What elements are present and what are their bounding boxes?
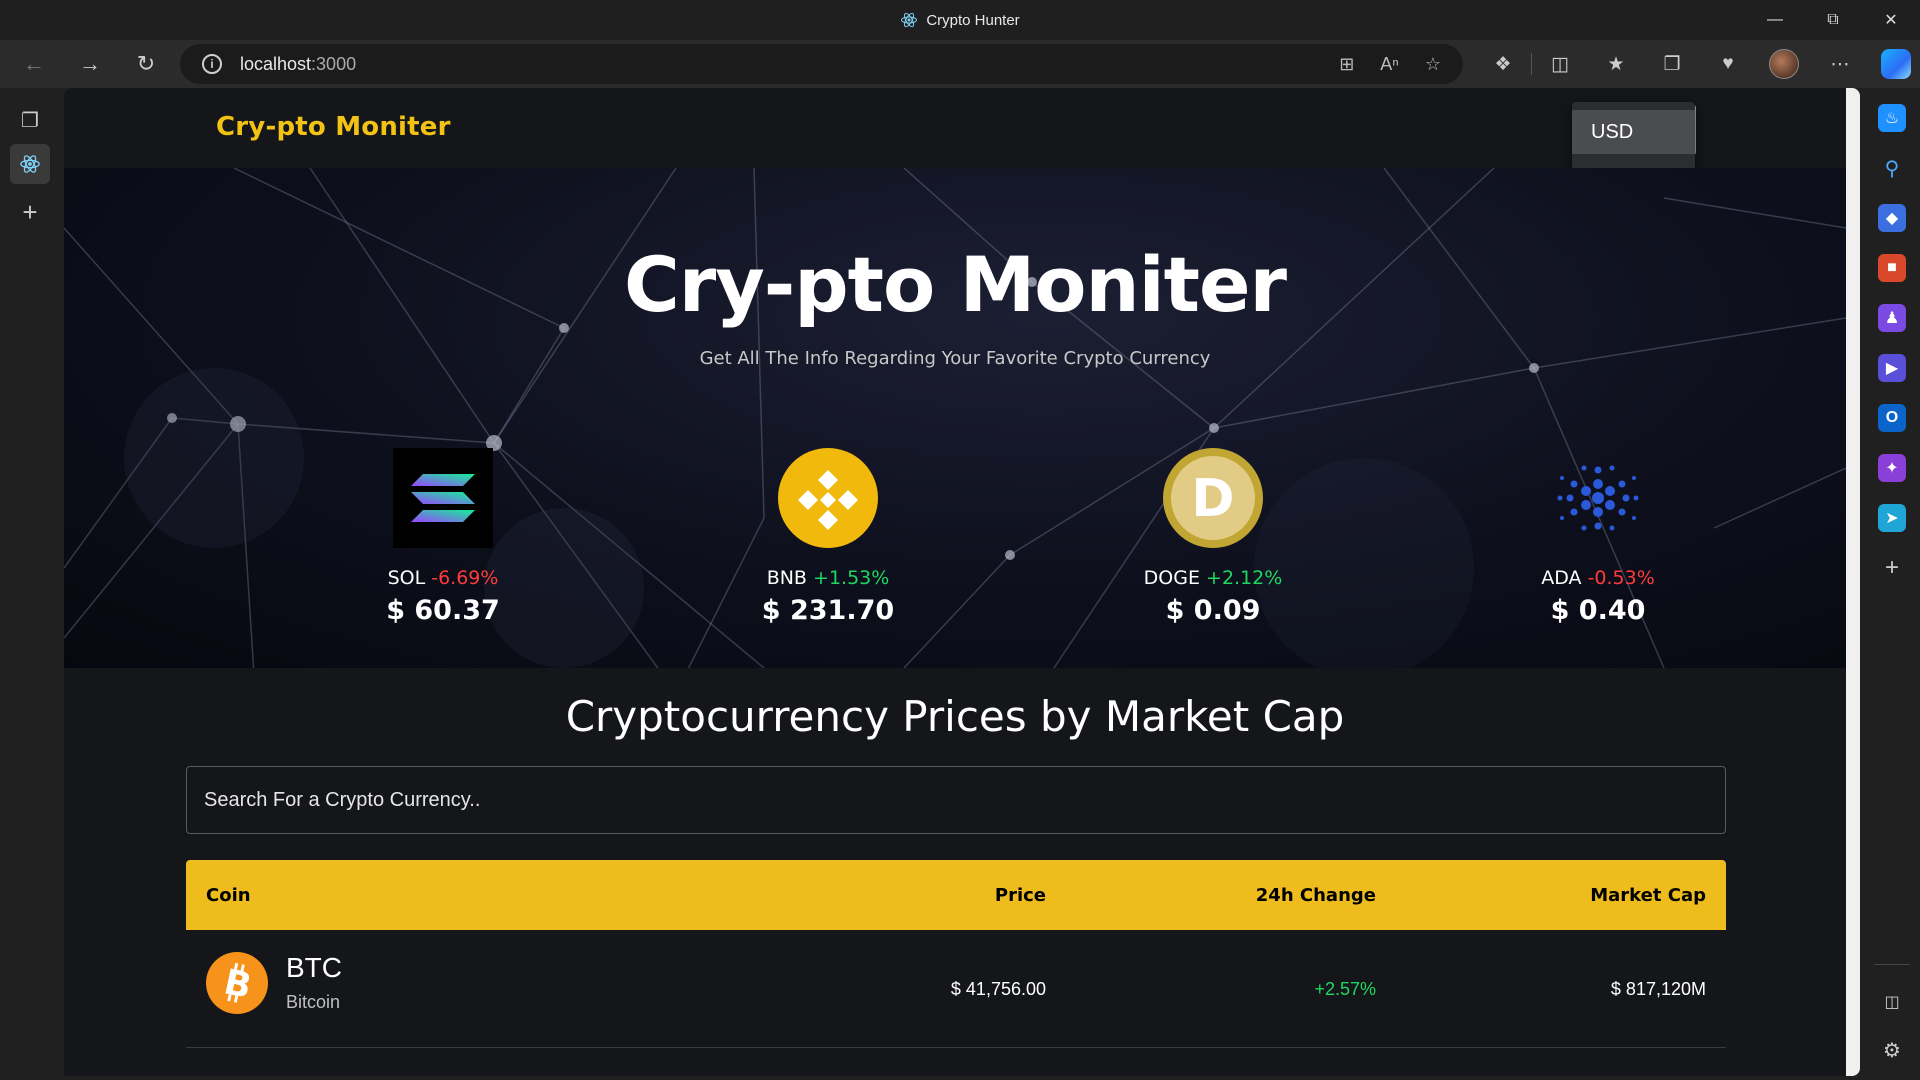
tab-crypto-hunter[interactable]: [10, 144, 50, 184]
designer-icon[interactable]: ✦: [1878, 454, 1906, 482]
address-bar-icons: ⊞ Aⁿ ☆: [1339, 44, 1441, 84]
bnb-icon: [778, 448, 878, 548]
brand-logo[interactable]: Cry-pto Moniter: [216, 112, 451, 142]
react-icon: [20, 155, 40, 173]
solana-icon: [393, 448, 493, 548]
app-header: Cry-pto Moniter USD INR: [64, 88, 1846, 206]
column-header-24h-change: 24h Change: [1255, 884, 1376, 906]
coin-symbol: ADA: [1541, 567, 1582, 589]
coin-symbol: BTC: [286, 952, 342, 983]
toolbar-buttons: ❖ ◫ ★ ❐ ♥ ⋯: [1475, 44, 1920, 84]
extensions-icon[interactable]: ❖: [1475, 44, 1531, 84]
bell-icon[interactable]: ♨: [1878, 104, 1906, 132]
outlook-icon[interactable]: O: [1878, 404, 1906, 432]
forward-icon[interactable]: →: [68, 44, 112, 84]
url-text[interactable]: localhost:3000: [240, 54, 356, 75]
games-icon[interactable]: ♟: [1878, 304, 1906, 332]
market-section-title: Cryptocurrency Prices by Market Cap: [565, 692, 1345, 741]
add-sidebar-app-icon[interactable]: +: [1878, 554, 1906, 582]
coin-price: $ 41,756.00: [950, 978, 1046, 999]
coin-market-cap: $ 817,120M: [1610, 978, 1706, 999]
currency-option-usd[interactable]: USD: [1572, 110, 1695, 154]
minimize-icon[interactable]: —: [1746, 0, 1804, 40]
coin-change: -6.69%: [431, 567, 499, 589]
column-header-coin: Coin: [206, 884, 251, 906]
back-icon[interactable]: ←: [12, 44, 56, 84]
settings-gear-icon[interactable]: ⚙: [1878, 1036, 1906, 1064]
carousel-coin-ada[interactable]: ADA -0.53% $ 0.40: [1468, 448, 1728, 626]
refresh-icon[interactable]: ↻: [124, 44, 168, 84]
browser-toolbar: ← → ↻ i localhost:3000 ⊞ Aⁿ ☆ ❖ ◫ ★ ❐ ♥ …: [0, 40, 1920, 88]
profile-button[interactable]: [1756, 44, 1812, 84]
page-scrollbar[interactable]: [1846, 88, 1860, 1076]
coin-change: -0.53%: [1587, 567, 1655, 589]
tab-title: Crypto Hunter: [926, 11, 1020, 29]
carousel-coin-doge[interactable]: D DOGE +2.12% $ 0.09: [1083, 448, 1343, 626]
cardano-icon: [1557, 465, 1639, 531]
coin-symbol: DOGE: [1143, 567, 1200, 589]
coin-symbol: SOL: [387, 567, 426, 589]
send-icon[interactable]: ➤: [1878, 504, 1906, 532]
banner-title: Cry-pto Moniter: [623, 240, 1287, 329]
restore-icon[interactable]: ⧉: [1804, 0, 1862, 40]
coin-change: +1.53%: [813, 567, 890, 589]
coin-price: $ 0.09: [1165, 595, 1261, 626]
close-icon[interactable]: ✕: [1862, 0, 1920, 40]
hero-banner: Cry-pto Moniter Get All The Info Regardi…: [64, 168, 1846, 668]
dogecoin-icon: D: [1163, 448, 1263, 548]
coin-price: $ 60.37: [386, 595, 500, 626]
svg-text:D: D: [1191, 469, 1234, 529]
coin-24h-change: +2.57%: [1314, 978, 1376, 999]
search-icon[interactable]: ⚲: [1878, 154, 1906, 182]
react-icon: [901, 12, 918, 28]
page-viewport: Cry-pto Moniter USD INR: [64, 88, 1846, 1076]
tab-actions-icon[interactable]: ❐: [10, 100, 50, 140]
table-row[interactable]: B BTC Bitcoin $ 41,756.00 +2.57% $ 817,1…: [186, 930, 1726, 1048]
copilot-sidebar-icon[interactable]: ▶: [1878, 354, 1906, 382]
sidebar-divider: [1874, 964, 1910, 965]
shopping-tag-icon[interactable]: ◆: [1878, 204, 1906, 232]
more-menu-icon[interactable]: ⋯: [1812, 44, 1868, 84]
app-available-icon[interactable]: ⊞: [1339, 54, 1354, 75]
search-input[interactable]: [186, 766, 1726, 834]
edge-sidebar: ♨ ⚲ ◆ ■ ♟ ▶ O ✦ ➤ + ◫ ⚙: [1864, 88, 1920, 1080]
favorites-icon[interactable]: ★: [1588, 44, 1644, 84]
column-header-price: Price: [994, 884, 1046, 906]
table-header: Coin Price 24h Change Market Cap: [186, 860, 1726, 930]
split-screen-icon[interactable]: ◫: [1532, 44, 1588, 84]
coin-price: $ 231.70: [761, 595, 895, 626]
address-bar[interactable]: i localhost:3000 ⊞ Aⁿ ☆: [180, 44, 1463, 84]
carousel-coin-bnb[interactable]: BNB +1.53% $ 231.70: [698, 448, 958, 626]
favorite-star-icon[interactable]: ☆: [1425, 54, 1441, 75]
column-header-market-cap: Market Cap: [1590, 884, 1706, 906]
bitcoin-icon: B: [206, 952, 268, 1014]
browser-titlebar: Crypto Hunter — ⧉ ✕: [0, 0, 1920, 40]
browser-essentials-icon[interactable]: ♥: [1700, 44, 1756, 84]
avatar: [1769, 49, 1799, 79]
coin-name: Bitcoin: [286, 992, 341, 1012]
window-controls: — ⧉ ✕: [1746, 0, 1920, 40]
carousel-coin-sol[interactable]: SOL -6.69% $ 60.37: [313, 448, 573, 626]
coin-symbol: BNB: [766, 567, 807, 589]
read-aloud-icon[interactable]: Aⁿ: [1380, 54, 1399, 75]
coin-change: +2.12%: [1206, 567, 1283, 589]
new-tab-icon[interactable]: +: [10, 192, 50, 232]
vertical-tabs: ❐ +: [0, 88, 64, 1080]
hide-sidebar-icon[interactable]: ◫: [1878, 988, 1906, 1016]
window-title: Crypto Hunter: [900, 11, 1020, 29]
copilot-icon: [1881, 49, 1911, 79]
tools-icon[interactable]: ■: [1878, 254, 1906, 282]
copilot-button[interactable]: [1868, 44, 1920, 84]
collections-icon[interactable]: ❐: [1644, 44, 1700, 84]
site-info-icon[interactable]: i: [202, 54, 222, 74]
coin-price: $ 0.40: [1550, 595, 1646, 626]
banner-subtitle: Get All The Info Regarding Your Favorite…: [699, 348, 1211, 369]
